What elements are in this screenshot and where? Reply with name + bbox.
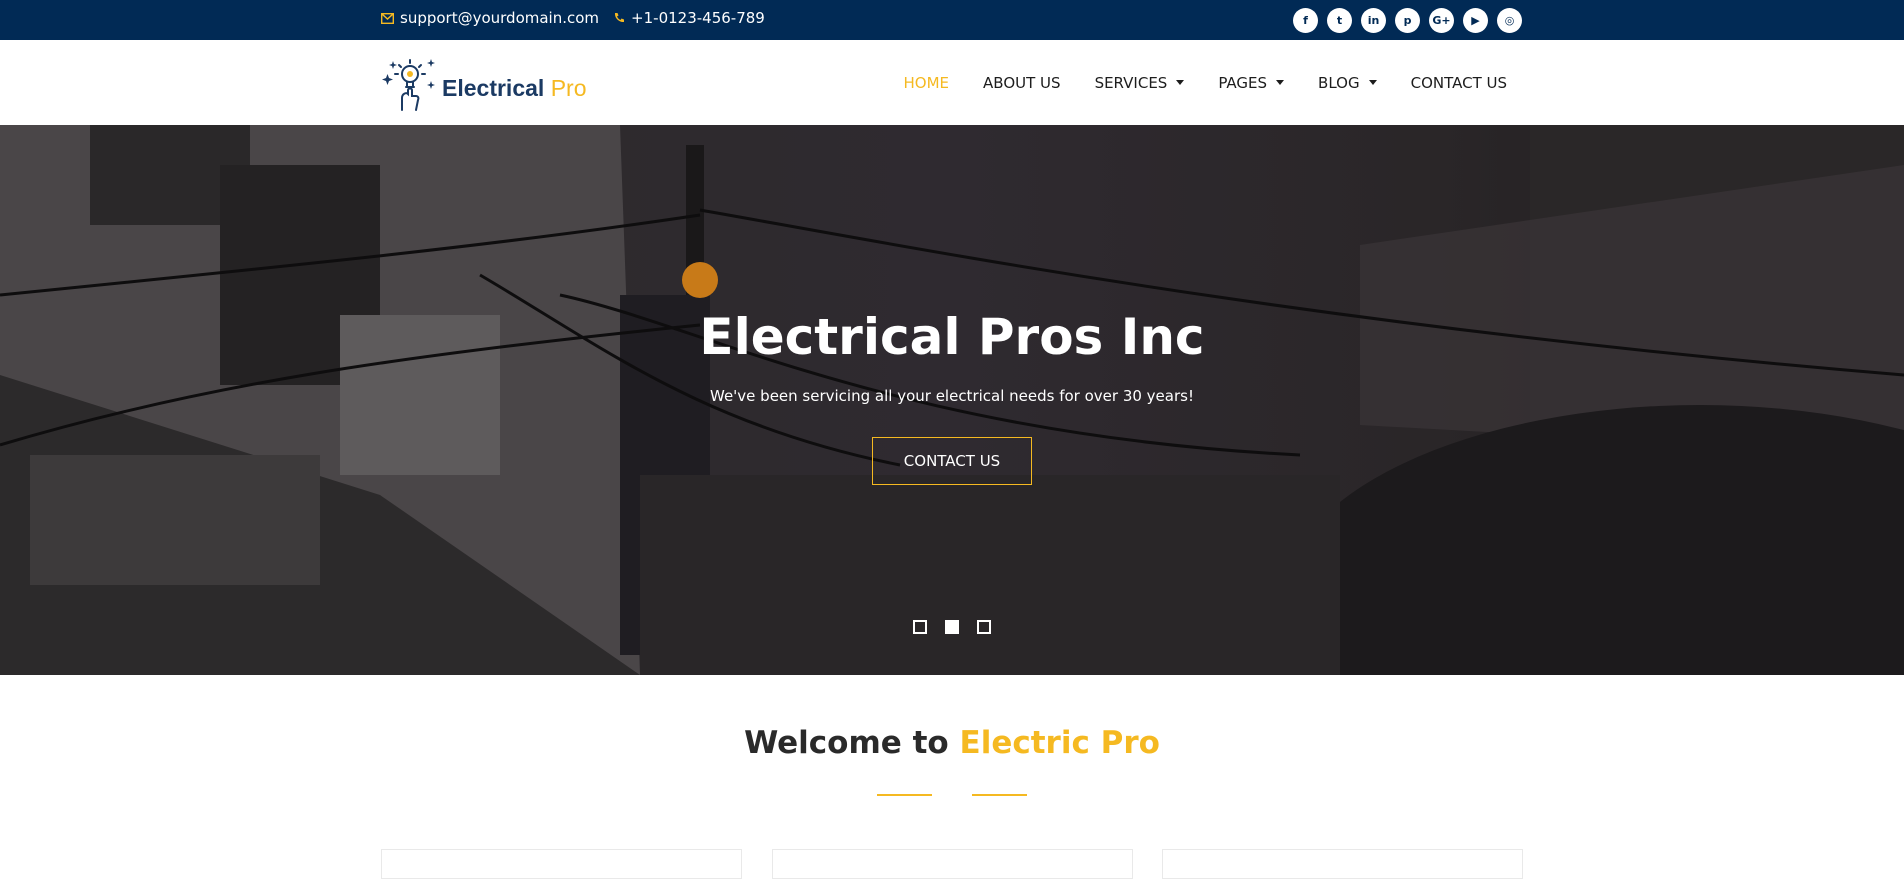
nav-item-about-us[interactable]: ABOUT US	[983, 74, 1061, 92]
feature-card	[381, 849, 742, 879]
nav-item-label: PAGES	[1218, 73, 1268, 92]
youtube-icon[interactable]: ▶	[1463, 8, 1488, 33]
welcome-heading: Welcome to Electric Pro	[0, 725, 1904, 761]
nav-item-home[interactable]: HOME	[904, 74, 950, 92]
nav-item-label: CONTACT US	[1410, 73, 1507, 92]
caret-down-icon	[1368, 80, 1377, 85]
lightbulb-hand-icon	[382, 59, 435, 111]
nav-item-contact-us[interactable]: CONTACT US	[1411, 74, 1507, 92]
welcome-accent: Electric Pro	[959, 725, 1160, 761]
nav-item-label: ABOUT US	[983, 73, 1061, 92]
envelope-icon	[381, 12, 394, 24]
facebook-icon[interactable]: f	[1293, 8, 1318, 33]
hero-subtitle: We've been servicing all your electrical…	[710, 387, 1194, 405]
brand-main: Electrical	[442, 75, 545, 101]
twitter-icon[interactable]: t	[1327, 8, 1352, 33]
hero-slider: Electrical Pros Inc We've been servicing…	[0, 125, 1904, 675]
divider-right	[972, 794, 1027, 796]
nav-item-pages[interactable]: PAGES	[1218, 73, 1285, 92]
nav-item-label: BLOG	[1318, 73, 1360, 92]
main-navbar: Electrical Pro HOME ABOUT US SERVICES PA…	[0, 40, 1904, 125]
nav-item-label: HOME	[903, 73, 950, 92]
google-plus-icon[interactable]: G+	[1429, 8, 1454, 33]
divider-left	[877, 794, 932, 796]
site-logo[interactable]: Electrical Pro	[380, 56, 586, 112]
slide-dot-2[interactable]	[945, 620, 959, 634]
email-text: support@yourdomain.com	[400, 9, 600, 27]
contact-us-button[interactable]: CONTACT US	[872, 437, 1032, 485]
slide-dot-1[interactable]	[913, 620, 927, 634]
dribbble-icon[interactable]: ◎	[1497, 8, 1522, 33]
feature-card	[772, 849, 1133, 879]
caret-down-icon	[1176, 80, 1185, 85]
slide-dot-3[interactable]	[977, 620, 991, 634]
phone-link[interactable]: +1-0123-456-789	[613, 9, 765, 27]
brand-name: Electrical Pro	[442, 75, 586, 102]
feature-card	[1162, 849, 1523, 879]
welcome-prefix: Welcome to	[744, 725, 949, 761]
nav-item-services[interactable]: SERVICES	[1095, 74, 1185, 92]
hero-title: Electrical Pros Inc	[699, 308, 1205, 366]
nav-item-blog[interactable]: BLOG	[1318, 74, 1377, 92]
phone-text: +1-0123-456-789	[631, 9, 765, 27]
top-bar: support@yourdomain.com +1-0123-456-789 f…	[0, 0, 1904, 40]
caret-down-icon	[1276, 80, 1285, 85]
phone-icon	[613, 12, 625, 24]
nav-menu: HOME ABOUT US SERVICES PAGES BLOG CONTAC…	[870, 40, 1507, 125]
slider-pagination	[913, 620, 1009, 634]
nav-item-label: SERVICES	[1094, 73, 1168, 92]
brand-accent: Pro	[550, 75, 587, 101]
social-links: f t in p G+ ▶ ◎	[1284, 8, 1522, 33]
contact-info: support@yourdomain.com +1-0123-456-789	[381, 0, 779, 36]
pinterest-icon[interactable]: p	[1395, 8, 1420, 33]
email-link[interactable]: support@yourdomain.com	[381, 9, 599, 27]
linkedin-icon[interactable]: in	[1361, 8, 1386, 33]
